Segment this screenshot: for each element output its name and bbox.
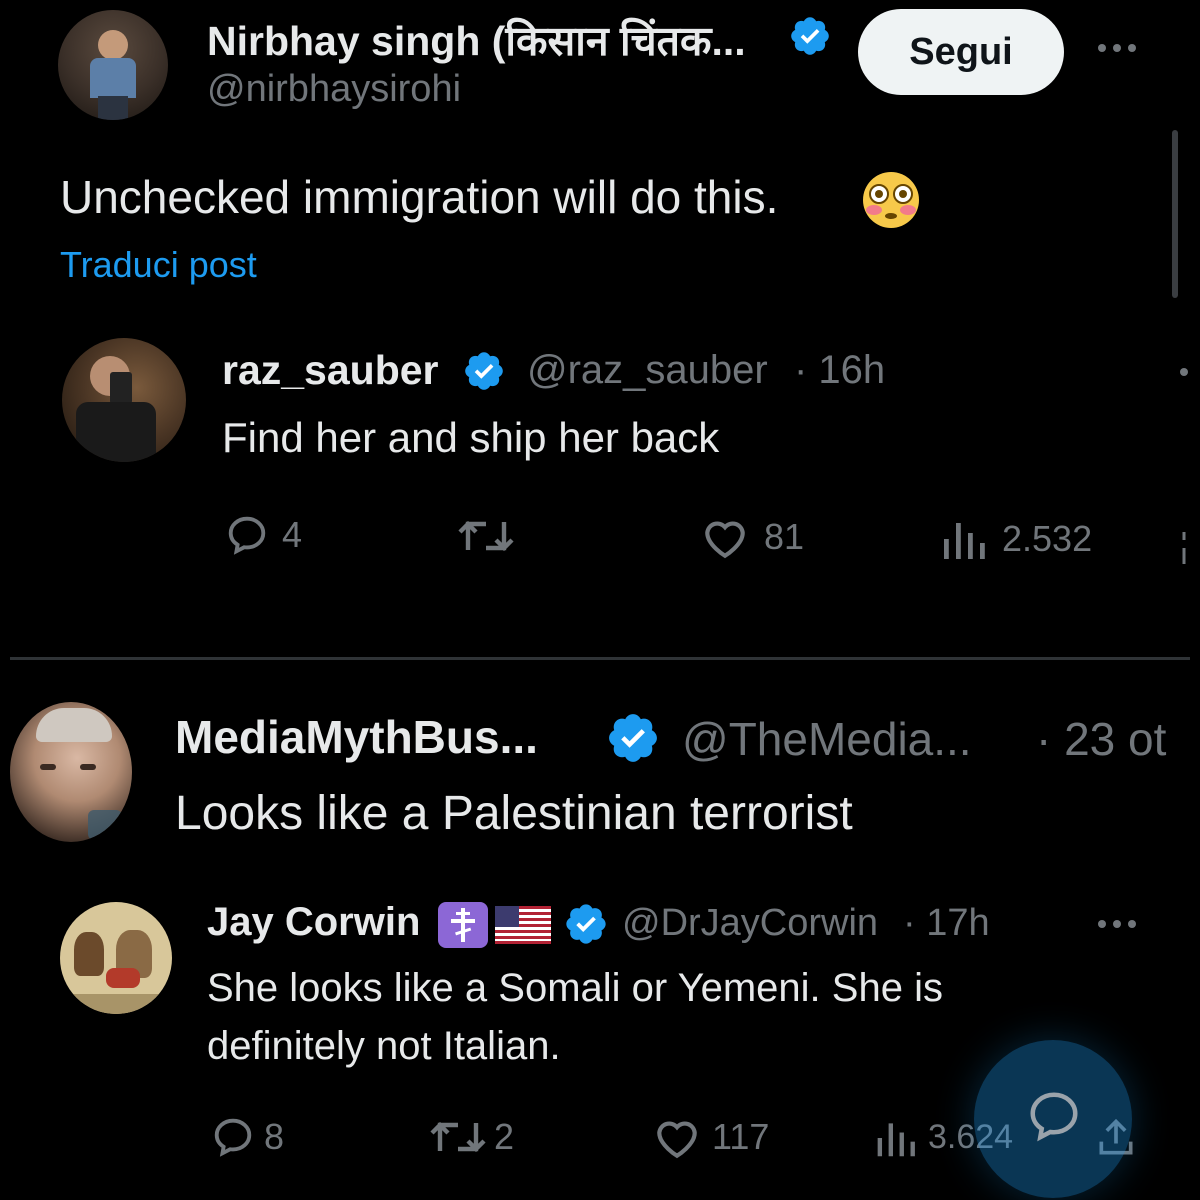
like-icon (705, 521, 745, 559)
reply1-text: Find her and ship her back (222, 414, 720, 461)
reply-count: 4 (282, 514, 303, 555)
verified-badge-icon (465, 352, 503, 390)
reply-button[interactable]: 8 (210, 1114, 284, 1160)
view-count: 2.532 (1002, 518, 1093, 559)
like-button[interactable]: 117 (652, 1114, 769, 1160)
reply2-text: Looks like a Palestinian terrorist (175, 787, 853, 840)
repost-button[interactable]: 2 (428, 1116, 514, 1158)
reply3-handle[interactable]: @DrJayCorwin (622, 902, 878, 945)
main-post-text: Unchecked immigration will do this. (60, 171, 779, 223)
like-count: 117 (712, 1116, 770, 1157)
reply-icon (214, 1118, 252, 1157)
views-icon (944, 523, 985, 559)
more-options-icon[interactable] (1094, 912, 1140, 936)
reply-icon (228, 516, 266, 555)
views-button[interactable]: 2.532 (940, 518, 1092, 560)
verified-badge-icon (791, 17, 829, 55)
like-button[interactable]: 81 (700, 514, 804, 560)
reply3-timestamp[interactable]: · 17h (903, 902, 990, 945)
thread-divider (10, 657, 1190, 660)
translate-post-link[interactable]: Traduci post (60, 244, 257, 286)
verified-badge-icon (566, 904, 606, 944)
flushed-face-emoji (863, 172, 919, 228)
follow-button-label: Segui (909, 30, 1013, 73)
reply-button[interactable]: 4 (224, 512, 302, 558)
main-post-avatar[interactable] (58, 10, 168, 120)
share-icon[interactable] (1180, 526, 1194, 566)
follow-button[interactable]: Segui (858, 9, 1064, 95)
more-options-icon[interactable] (1180, 368, 1188, 376)
compose-reply-icon (1030, 1092, 1078, 1142)
scrollbar[interactable] (1172, 130, 1178, 298)
reply3-author-name[interactable]: Jay Corwin (207, 900, 420, 945)
us-flag-emoji (495, 906, 551, 944)
reply3-avatar[interactable] (60, 902, 172, 1014)
like-count: 81 (764, 516, 805, 557)
repost-count: 2 (494, 1116, 515, 1157)
reply1-author-name[interactable]: raz_sauber (222, 347, 439, 394)
main-post-author-name[interactable]: Nirbhay singh (किसान चिंतक... (207, 12, 746, 68)
reply2-author-name[interactable]: MediaMythBus... (175, 710, 538, 764)
compose-reply-button[interactable] (974, 1040, 1132, 1198)
repost-icon (430, 1121, 486, 1153)
views-icon (877, 1122, 915, 1156)
like-icon (657, 1121, 697, 1159)
repost-button[interactable] (456, 516, 516, 556)
reply2-timestamp[interactable]: · 23 ot (1036, 712, 1166, 766)
reply2-avatar[interactable] (10, 702, 132, 842)
reply3-text-line1: She looks like a Somali or Yemeni. She i… (207, 966, 943, 1010)
more-options-icon[interactable] (1094, 36, 1140, 60)
repost-icon (458, 520, 514, 552)
reply1-timestamp[interactable]: · 16h (794, 348, 885, 393)
reply-count: 8 (264, 1116, 285, 1157)
reply3-text-line2: definitely not Italian. (207, 1024, 561, 1068)
main-post-handle[interactable]: @nirbhaysirohi (207, 68, 461, 111)
orthodox-cross-emoji (438, 902, 488, 948)
verified-badge-icon (609, 714, 657, 762)
reply2-handle[interactable]: @TheMedia... (682, 712, 972, 766)
reply1-handle[interactable]: @raz_sauber (527, 348, 768, 393)
reply1-avatar[interactable] (62, 338, 186, 462)
